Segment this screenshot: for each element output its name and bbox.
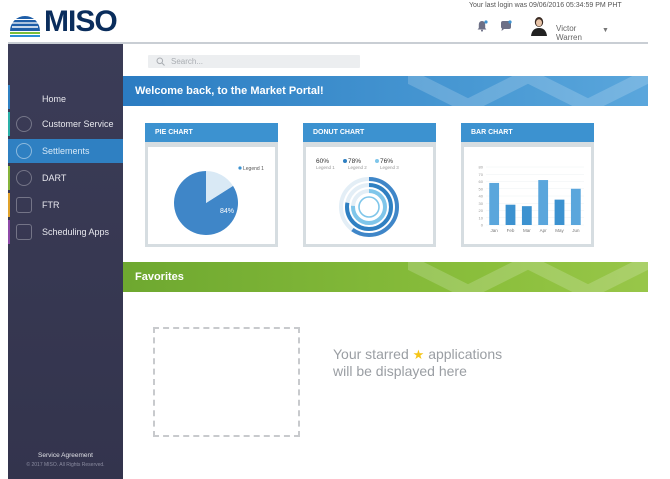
chevron-down-icon[interactable]: ▼ (602, 27, 609, 34)
pie-chart-card[interactable]: PIE CHART 84% Legend 1 (145, 123, 278, 247)
favorites-message-part2: applications (428, 346, 503, 362)
y-tick-label: 0 (481, 223, 484, 228)
pie-chart-header: PIE CHART (145, 123, 278, 142)
bar-chart-header: BAR CHART (461, 123, 594, 142)
y-tick-label: 50 (479, 186, 484, 191)
favorites-title: Favorites (135, 271, 184, 283)
donut-legend-label: Legend 1 (316, 165, 335, 170)
sidebar-item-label: Settlements (42, 146, 90, 156)
user-last-name: Warren (556, 33, 582, 42)
banner-decoration (408, 76, 648, 106)
bar-chart: 80 70 60 50 40 30 20 10 0 Jan Feb Mar Apr May Jun (479, 165, 584, 233)
pie-chart-body: 84% Legend 1 (148, 147, 275, 244)
y-tick-label: 70 (479, 172, 484, 177)
bar-chart-body: 80 70 60 50 40 30 20 10 0 Jan Feb Mar Apr May Jun (464, 147, 591, 244)
user-first-name: Victor (556, 24, 577, 33)
bar (505, 204, 516, 225)
welcome-title: Welcome back, to the Market Portal! (135, 85, 324, 97)
sidebar-item-customer-service[interactable]: Customer Service (8, 112, 123, 136)
search-bar[interactable] (148, 55, 360, 68)
bar (570, 188, 581, 225)
brand-name: MISO (44, 5, 118, 38)
sidebar-item-label: FTR (42, 200, 60, 210)
pie-slice-label: 84% (220, 208, 234, 215)
pie-legend: Legend 1 (243, 166, 264, 172)
donut-value-label: 60% (316, 158, 329, 165)
donut-value-label: 76% (380, 158, 393, 165)
sidebar-item-settlements[interactable]: Settlements (8, 139, 123, 163)
sidebar-item-label: Scheduling Apps (42, 227, 110, 237)
sidebar-item-dart[interactable]: DART (8, 166, 123, 190)
sidebar: Home Customer Service Settlements DART F… (8, 44, 123, 479)
card-title: BAR CHART (471, 129, 513, 136)
y-tick-label: 30 (479, 201, 484, 206)
copyright-text: © 2017 MISO. All Rights Reserved. (26, 462, 105, 468)
avatar[interactable] (530, 16, 548, 36)
x-tick-label: Apr (540, 228, 548, 233)
dart-icon (16, 170, 32, 186)
donut-chart: 60%Legend 1 78%Legend 2 76%Legend 3 (316, 158, 399, 237)
x-tick-label: Feb (507, 228, 515, 233)
y-tick-label: 10 (479, 215, 484, 220)
legend-swatch (238, 166, 242, 170)
x-tick-label: May (555, 228, 564, 233)
donut-chart-body: 60% Legend 1 78% Legend 2 76% Legend 3 (306, 147, 433, 244)
y-tick-label: 60 (479, 179, 484, 184)
favorites-decoration (408, 262, 648, 292)
favorites-banner: Favorites (123, 262, 648, 292)
legend-swatch (375, 159, 379, 163)
miso-logo[interactable]: MISO (8, 4, 126, 40)
calendar-icon (16, 224, 32, 240)
pie-group: 84% (174, 171, 238, 235)
favorites-empty-message: Your starred ★ applications will be disp… (333, 346, 563, 380)
x-tick-label: Jun (572, 228, 580, 233)
favorites-message-part1: Your starred (333, 346, 409, 362)
sidebar-item-ftr[interactable]: FTR (8, 193, 123, 217)
chat-icon[interactable] (500, 20, 512, 32)
donut-inner-ring (358, 196, 380, 218)
sidebar-item-scheduling-apps[interactable]: Scheduling Apps (8, 220, 123, 244)
sidebar-item-label: Home (42, 94, 67, 104)
bar-chart-card[interactable]: BAR CHART 80 70 60 50 40 30 20 10 0 Jan Feb Mar Apr M… (461, 123, 594, 247)
legend-swatch (343, 159, 347, 163)
pie-chart: 84% Legend 1 (174, 166, 264, 235)
bar (538, 180, 549, 225)
sidebar-footer: Service Agreement © 2017 MISO. All Right… (8, 452, 123, 468)
welcome-banner: Welcome back, to the Market Portal! (123, 76, 648, 106)
donut-value-label: 78% (348, 158, 361, 165)
donut-chart-card[interactable]: DONUT CHART 60% Legend 1 78% Legend 2 76% Leg… (303, 123, 436, 247)
donut-rings (339, 177, 399, 237)
user-name[interactable]: Victor Warren (556, 24, 606, 42)
y-tick-label: 80 (479, 165, 484, 170)
settlements-icon (16, 143, 32, 159)
sun-logo-icon (10, 16, 40, 37)
bar (554, 199, 565, 225)
donut-legend: 60%Legend 1 78%Legend 2 76%Legend 3 (316, 158, 399, 170)
favorites-placeholder (153, 327, 300, 437)
star-icon: ★ (412, 347, 425, 362)
bar (521, 206, 532, 225)
bar-group: 80 70 60 50 40 30 20 10 0 Jan Feb Mar Apr May Jun (479, 165, 584, 233)
x-tick-label: Mar (523, 228, 531, 233)
y-tick-label: 40 (479, 194, 484, 199)
ftr-icon (16, 197, 32, 213)
donut-chart-header: DONUT CHART (303, 123, 436, 142)
sidebar-item-home[interactable]: Home (8, 87, 123, 111)
y-tick-label: 20 (479, 208, 484, 213)
sidebar-item-label: Customer Service (42, 119, 114, 129)
sidebar-item-label: DART (42, 173, 67, 183)
card-title: PIE CHART (155, 129, 193, 136)
last-login-text: Your last login was 09/06/2016 05:34:59 … (469, 2, 622, 9)
donut-legend-label: Legend 2 (348, 165, 367, 170)
card-title: DONUT CHART (313, 129, 365, 136)
x-tick-label: Jan (491, 228, 499, 233)
search-icon (156, 57, 165, 66)
favorites-message-part3: will be displayed here (333, 363, 467, 379)
donut-legend-label: Legend 3 (380, 165, 399, 170)
search-input[interactable] (171, 57, 351, 66)
bar (489, 182, 500, 225)
headset-icon (16, 116, 32, 132)
service-agreement-link[interactable]: Service Agreement (8, 452, 123, 459)
bell-icon[interactable] (476, 20, 488, 32)
